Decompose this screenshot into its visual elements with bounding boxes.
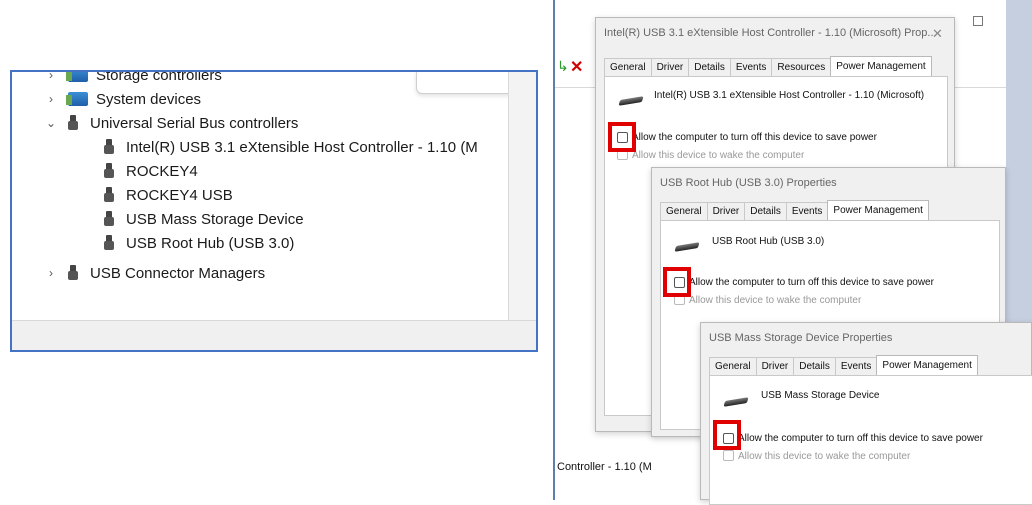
status-bar xyxy=(12,320,536,350)
device-name: USB Mass Storage Device xyxy=(761,390,880,401)
tree-item-label: Universal Serial Bus controllers xyxy=(90,114,299,132)
tab-driver[interactable]: Driver xyxy=(755,357,794,375)
tab-power-management[interactable]: Power Management xyxy=(876,355,978,375)
tree-item-label: Intel(R) USB 3.1 eXtensible Host Control… xyxy=(126,138,478,156)
tab-driver[interactable]: Driver xyxy=(706,202,745,220)
tree-item-rockey4-usb[interactable]: ROCKEY4 USB xyxy=(104,184,233,206)
tree-item-label: USB Connector Managers xyxy=(90,264,266,282)
system-devices-icon xyxy=(66,92,88,106)
highlight-box xyxy=(663,267,691,297)
chevron-down-icon[interactable]: ⌄ xyxy=(44,116,58,130)
tree-item-label: System devices xyxy=(96,90,202,108)
tree-item-rockey4[interactable]: ROCKEY4 xyxy=(104,160,198,182)
device-name: USB Root Hub (USB 3.0) xyxy=(712,236,825,247)
highlight-box xyxy=(713,420,741,450)
tree-item-label: ROCKEY4 xyxy=(126,162,198,180)
usb-icon xyxy=(104,211,114,227)
tab-general[interactable]: General xyxy=(604,58,651,76)
chevron-right-icon[interactable]: › xyxy=(44,266,58,280)
wake-label: Allow this device to wake the computer xyxy=(632,150,805,161)
tree-item-usb-connector-managers[interactable]: › USB Connector Managers xyxy=(44,262,265,284)
wake-checkbox xyxy=(723,450,734,461)
tab-bar: General Driver Details Events Power Mana… xyxy=(709,355,978,375)
usb-icon xyxy=(104,235,114,251)
tab-resources[interactable]: Resources xyxy=(771,58,831,76)
side-pane xyxy=(508,72,536,322)
chevron-right-icon[interactable]: › xyxy=(44,72,58,82)
tab-power-management[interactable]: Power Management xyxy=(827,200,929,220)
usb-icon xyxy=(68,265,78,281)
tab-details[interactable]: Details xyxy=(744,202,786,220)
usb-device-icon xyxy=(674,242,702,252)
dialog-title: USB Root Hub (USB 3.0) Properties xyxy=(660,177,837,189)
tree-item-usb-mass-storage[interactable]: USB Mass Storage Device xyxy=(104,208,304,230)
tab-power-management[interactable]: Power Management xyxy=(830,56,932,76)
wake-label: Allow this device to wake the computer xyxy=(689,295,862,306)
wake-label: Allow this device to wake the computer xyxy=(738,451,911,462)
tree-item-label: USB Mass Storage Device xyxy=(126,210,304,228)
tab-bar: General Driver Details Events Power Mana… xyxy=(660,200,929,220)
usb-icon xyxy=(104,163,114,179)
tree-item-label: USB Root Hub (USB 3.0) xyxy=(126,234,295,252)
tree-item-intel-usb-host[interactable]: Intel(R) USB 3.1 eXtensible Host Control… xyxy=(104,136,478,158)
tab-events[interactable]: Events xyxy=(729,58,772,76)
close-icon[interactable]: ✕ xyxy=(932,26,943,42)
usb-icon xyxy=(104,187,114,203)
tree-item-system-devices[interactable]: › System devices xyxy=(44,88,201,110)
chevron-right-icon[interactable]: › xyxy=(44,92,58,106)
dialog-title: Intel(R) USB 3.1 eXtensible Host Control… xyxy=(604,27,937,39)
tab-events[interactable]: Events xyxy=(785,202,828,220)
tab-driver[interactable]: Driver xyxy=(650,58,689,76)
tree-item-usb-root-hub[interactable]: USB Root Hub (USB 3.0) xyxy=(104,232,294,254)
tab-general[interactable]: General xyxy=(660,202,707,220)
usb-icon xyxy=(104,139,114,155)
tab-general[interactable]: General xyxy=(709,357,756,375)
delete-icon[interactable]: ✕ xyxy=(570,57,583,77)
power-off-label: Allow the computer to turn off this devi… xyxy=(632,132,877,143)
device-manager-tree: › Storage controllers › System devices ⌄… xyxy=(10,70,538,352)
tab-bar: General Driver Details Events Resources … xyxy=(604,56,932,76)
tree-item-label: Storage controllers xyxy=(96,70,222,84)
overlay-popup xyxy=(416,72,514,94)
tab-details[interactable]: Details xyxy=(793,357,835,375)
tree-item-storage-controllers[interactable]: › Storage controllers xyxy=(44,70,222,86)
power-off-label: Allow the computer to turn off this devi… xyxy=(738,433,983,444)
power-off-label: Allow the computer to turn off this devi… xyxy=(689,277,934,288)
properties-dialog-mass-storage: USB Mass Storage Device Properties Gener… xyxy=(700,322,1032,505)
usb-icon xyxy=(68,115,78,131)
highlight-box xyxy=(608,122,636,152)
maximize-icon[interactable] xyxy=(973,16,983,26)
tree-item-label: ROCKEY4 USB xyxy=(126,186,233,204)
tab-events[interactable]: Events xyxy=(834,357,877,375)
usb-device-icon xyxy=(723,397,751,407)
tab-details[interactable]: Details xyxy=(688,58,730,76)
partial-device-label: Controller - 1.10 (M xyxy=(557,461,652,473)
arrow-icon[interactable]: ↳ xyxy=(557,58,569,75)
storage-controller-icon xyxy=(66,72,88,82)
usb-device-icon xyxy=(618,96,646,106)
tree-item-usb-controllers[interactable]: ⌄ Universal Serial Bus controllers xyxy=(44,112,298,134)
dialog-title: USB Mass Storage Device Properties xyxy=(709,332,893,344)
device-name: Intel(R) USB 3.1 eXtensible Host Control… xyxy=(654,90,925,101)
